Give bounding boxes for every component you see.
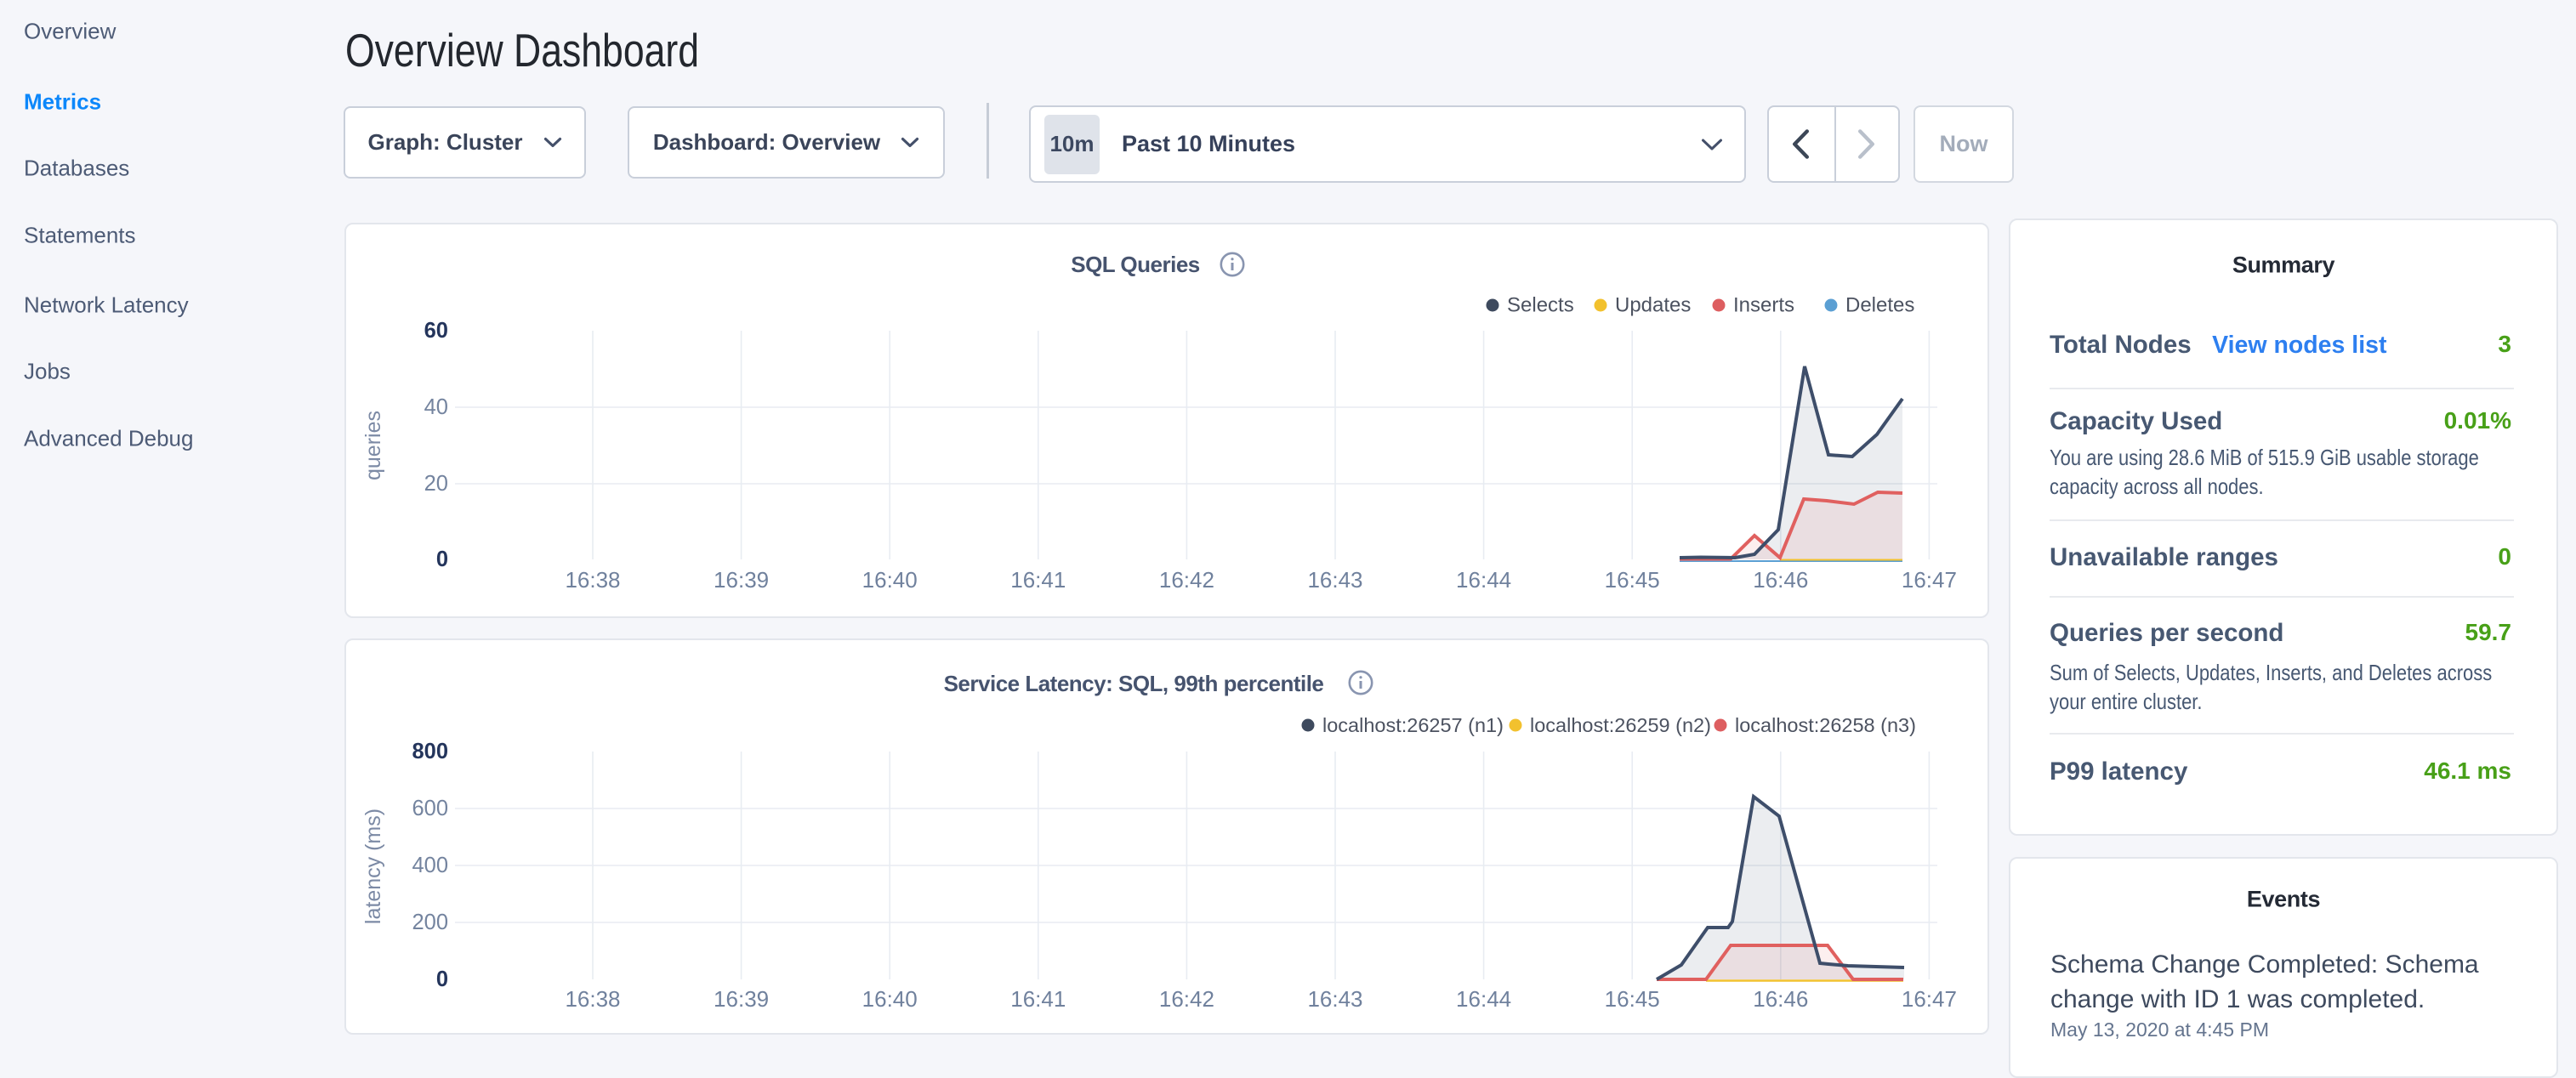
svg-text:Deletes: Deletes: [1845, 294, 1914, 317]
svg-text:Selects: Selects: [1507, 294, 1574, 317]
svg-text:16:46: 16:46: [1753, 567, 1808, 593]
svg-text:16:47: 16:47: [1902, 567, 1957, 593]
svg-text:16:43: 16:43: [1307, 567, 1362, 593]
svg-text:16:46: 16:46: [1753, 986, 1808, 1012]
svg-text:16:45: 16:45: [1605, 986, 1660, 1012]
svg-text:16:42: 16:42: [1159, 986, 1214, 1012]
svg-text:queries: queries: [361, 411, 385, 480]
svg-text:latency (ms): latency (ms): [361, 808, 385, 924]
svg-text:0: 0: [436, 548, 448, 571]
svg-text:16:40: 16:40: [862, 986, 918, 1012]
svg-text:Updates: Updates: [1615, 294, 1691, 317]
svg-text:16:44: 16:44: [1456, 986, 1511, 1012]
svg-text:16:41: 16:41: [1010, 986, 1066, 1012]
svg-text:Service Latency: SQL, 99th per: Service Latency: SQL, 99th percentile: [944, 671, 1324, 696]
svg-text:16:42: 16:42: [1159, 567, 1214, 593]
svg-text:200: 200: [412, 911, 448, 934]
svg-text:40: 40: [424, 395, 448, 419]
svg-text:20: 20: [424, 472, 448, 496]
svg-text:16:39: 16:39: [714, 986, 769, 1012]
svg-text:16:47: 16:47: [1902, 986, 1957, 1012]
svg-text:16:44: 16:44: [1456, 567, 1511, 593]
svg-text:16:38: 16:38: [565, 986, 620, 1012]
svg-text:localhost:26257 (n1): localhost:26257 (n1): [1322, 714, 1504, 736]
svg-text:16:40: 16:40: [862, 567, 918, 593]
svg-text:600: 600: [412, 797, 448, 820]
svg-text:Inserts: Inserts: [1733, 294, 1794, 317]
svg-text:0: 0: [436, 967, 448, 991]
svg-text:16:45: 16:45: [1605, 567, 1660, 593]
svg-text:SQL Queries: SQL Queries: [1071, 252, 1200, 277]
svg-text:localhost:26258 (n3): localhost:26258 (n3): [1735, 714, 1916, 736]
svg-text:16:41: 16:41: [1010, 567, 1066, 593]
svg-text:400: 400: [412, 854, 448, 877]
svg-text:16:38: 16:38: [565, 567, 620, 593]
svg-text:60: 60: [424, 319, 448, 343]
svg-text:16:43: 16:43: [1307, 986, 1362, 1012]
svg-text:800: 800: [412, 740, 448, 763]
svg-text:16:39: 16:39: [714, 567, 769, 593]
svg-text:localhost:26259 (n2): localhost:26259 (n2): [1530, 714, 1711, 736]
